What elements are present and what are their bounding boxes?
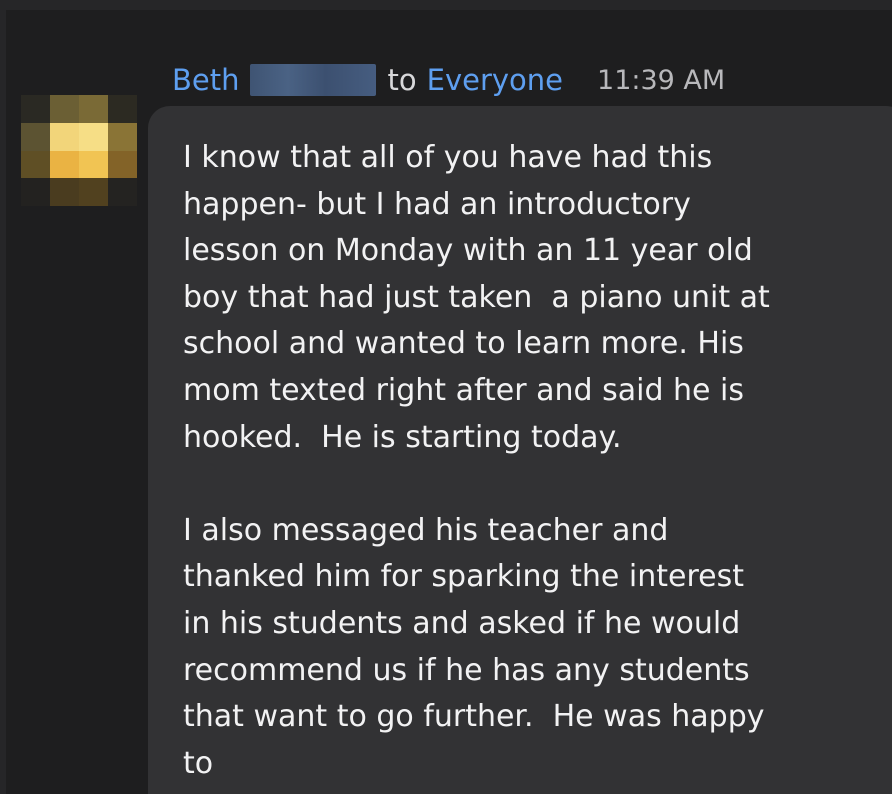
message-line: hooked. He is starting today. <box>183 419 622 455</box>
message-line: happen- but I had an introductory <box>183 186 691 222</box>
to-label: to <box>387 63 417 97</box>
message-line: mom texted right after and said he is <box>183 372 744 408</box>
message-line: to <box>183 745 214 781</box>
message-line: in his students and asked if he would <box>183 605 741 641</box>
chat-window: Beth to Everyone 11:39 AM I know that al… <box>0 0 892 794</box>
message-line: I also messaged his teacher and <box>183 512 669 548</box>
message-line: I know that all of you have had this <box>183 140 713 175</box>
left-divider <box>0 0 6 794</box>
sender-name[interactable]: Beth <box>172 63 240 97</box>
message-line: boy that had just taken a piano unit at <box>183 279 770 315</box>
timestamp: 11:39 AM <box>597 64 726 96</box>
message-line: school and wanted to learn more. His <box>183 326 744 362</box>
top-divider <box>0 0 892 10</box>
message-line: that want to go further. He was happy <box>183 699 765 735</box>
avatar[interactable] <box>21 95 137 206</box>
message-line: thanked him for sparking the interest <box>183 559 744 595</box>
recipient-name[interactable]: Everyone <box>427 63 563 97</box>
message-line: lesson on Monday with an 11 year old <box>183 233 753 269</box>
message-header: Beth to Everyone 11:39 AM <box>172 58 725 102</box>
message-text: I know that all of you have had this hap… <box>183 135 883 787</box>
redacted-surname <box>249 64 376 96</box>
message-line: recommend us if he has any students <box>183 652 750 688</box>
